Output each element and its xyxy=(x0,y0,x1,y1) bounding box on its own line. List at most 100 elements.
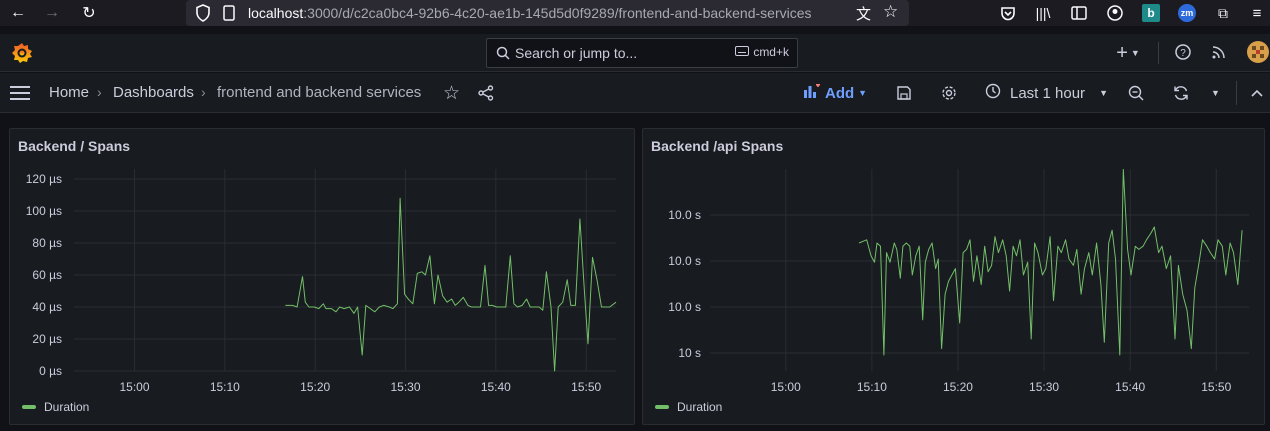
refresh-interval-chevron-icon[interactable]: ▼ xyxy=(1211,81,1220,105)
rss-icon xyxy=(1212,45,1226,62)
pocket-icon[interactable] xyxy=(999,4,1017,22)
y-tick-label: 10.0 s xyxy=(668,208,701,222)
library-icon[interactable]: |||\ xyxy=(1034,4,1052,22)
x-tick-label: 15:00 xyxy=(120,380,150,394)
y-tick-label: 120 µs xyxy=(26,172,62,186)
sidebar-icon[interactable] xyxy=(1070,4,1088,22)
keyboard-icon xyxy=(735,45,750,59)
chart-backend-api-spans: 10 s 10.0 s 10.0 s 10.0 s 15:00 15:10 15:20 15:… xyxy=(668,168,1249,394)
x-tick-label: 15:20 xyxy=(943,380,973,394)
forward-button[interactable]: → xyxy=(37,0,67,26)
dashboard-toolbar: Home › Dashboards › frontend and backend… xyxy=(0,73,1270,113)
add-panel-icon xyxy=(804,83,820,102)
help-button[interactable]: ? xyxy=(1172,34,1194,72)
bookmark-star-icon[interactable]: ☆ xyxy=(883,2,898,22)
chevron-down-icon: ▼ xyxy=(1130,48,1140,58)
panel-backend-spans[interactable]: 0 µs 20 µs 40 µs 60 µs 80 µs 100 µs 120 µs 15:0… xyxy=(9,128,635,425)
page-icon xyxy=(223,5,235,21)
y-tick-label: 10.0 s xyxy=(668,300,701,314)
x-tick-label: 15:20 xyxy=(300,380,330,394)
x-tick-label: 15:50 xyxy=(1201,380,1231,394)
search-input[interactable]: Search or jump to... cmd+k xyxy=(486,38,798,68)
legend-label: Duration xyxy=(44,400,90,414)
grafana-logo-icon[interactable] xyxy=(11,42,33,64)
breadcrumb-dashboards[interactable]: Dashboards xyxy=(113,84,194,101)
legend[interactable]: Duration xyxy=(655,400,722,414)
url-path: :3000/d/c2ca0bc4-92b6-4c20-ae1b-145d5d0f… xyxy=(303,5,812,21)
breadcrumb-current: frontend and backend services xyxy=(217,84,422,101)
shortcut-text: cmd+k xyxy=(753,45,789,59)
app-menu-icon[interactable]: ≡ xyxy=(1248,4,1266,22)
y-tick-label: 80 µs xyxy=(32,236,62,250)
x-tick-label: 15:30 xyxy=(1029,380,1059,394)
divider xyxy=(1158,42,1159,64)
y-tick-label: 40 µs xyxy=(32,300,62,314)
y-tick-label: 60 µs xyxy=(32,268,62,282)
series-line-duration xyxy=(285,197,617,372)
url-text[interactable]: localhost:3000/d/c2ca0bc4-92b6-4c20-ae1b… xyxy=(248,5,858,21)
url-host: localhost xyxy=(248,5,304,21)
chevron-down-icon: ▼ xyxy=(1099,88,1108,98)
avatar-icon xyxy=(1247,40,1269,66)
settings-gear-icon[interactable] xyxy=(941,81,957,105)
search-placeholder: Search or jump to... xyxy=(515,45,638,61)
time-range-label: Last 1 hour xyxy=(1010,84,1086,102)
news-button[interactable] xyxy=(1208,34,1230,72)
panel-title[interactable]: Backend /api Spans xyxy=(651,138,783,154)
clock-icon xyxy=(985,83,1001,103)
grafana-top-nav: Search or jump to... cmd+k + ▼ ? xyxy=(0,34,1270,72)
chevron-down-icon: ▼ xyxy=(858,88,868,98)
collapse-chevron-up-icon[interactable] xyxy=(1251,81,1263,105)
browser-toolbar: ← → ↻ localhost:3000/d/c2ca0bc4-92b6-4c2… xyxy=(0,0,1270,26)
legend-swatch xyxy=(22,405,36,409)
svg-text:?: ? xyxy=(1180,48,1186,59)
menu-icon[interactable] xyxy=(10,85,30,106)
x-tick-label: 15:50 xyxy=(571,380,601,394)
breadcrumb-home[interactable]: Home xyxy=(49,84,89,101)
legend[interactable]: Duration xyxy=(22,400,89,414)
account-icon[interactable] xyxy=(1106,4,1124,22)
translate-icon[interactable]: 文 xyxy=(856,3,871,24)
y-tick-label: 100 µs xyxy=(26,204,62,218)
x-tick-label: 15:40 xyxy=(481,380,511,394)
zoom-extension-icon[interactable]: zm xyxy=(1178,4,1196,22)
keyboard-shortcut: cmd+k xyxy=(735,45,789,59)
y-tick-label: 10 s xyxy=(678,346,701,360)
x-tick-label: 15:10 xyxy=(857,380,887,394)
user-avatar[interactable] xyxy=(1247,34,1269,72)
address-bar[interactable]: localhost:3000/d/c2ca0bc4-92b6-4c20-ae1b… xyxy=(186,0,909,26)
extensions-puzzle-icon[interactable]: ⧉ xyxy=(1214,4,1232,22)
panel-backend-api-spans[interactable]: 10 s 10.0 s 10.0 s 10.0 s 15:00 15:10 15:20 15:… xyxy=(642,128,1265,425)
save-icon[interactable] xyxy=(897,81,911,105)
divider xyxy=(1236,81,1237,105)
new-menu-button[interactable]: + ▼ xyxy=(1110,34,1146,72)
time-range-picker[interactable]: Last 1 hour ▼ xyxy=(985,81,1108,105)
breadcrumb-separator-icon: › xyxy=(97,84,102,100)
help-icon: ? xyxy=(1175,43,1191,63)
star-icon[interactable]: ☆ xyxy=(443,81,460,105)
refresh-icon[interactable] xyxy=(1173,81,1189,105)
x-tick-label: 15:40 xyxy=(1115,380,1145,394)
extension-b-icon[interactable]: b xyxy=(1142,4,1160,22)
shield-icon[interactable] xyxy=(195,4,211,22)
y-tick-label: 0 µs xyxy=(39,364,62,378)
x-tick-label: 15:00 xyxy=(771,380,801,394)
add-panel-button[interactable]: Add ▼ xyxy=(804,81,867,105)
plus-icon: + xyxy=(1116,41,1128,64)
series-line-duration xyxy=(858,168,1243,356)
reload-button[interactable]: ↻ xyxy=(74,0,104,26)
x-tick-label: 15:10 xyxy=(210,380,240,394)
search-icon xyxy=(496,46,510,65)
legend-swatch xyxy=(655,405,669,409)
breadcrumb-separator-icon: › xyxy=(201,84,206,100)
add-label: Add xyxy=(825,84,855,102)
panel-title[interactable]: Backend / Spans xyxy=(18,138,130,154)
chart-backend-spans: 0 µs 20 µs 40 µs 60 µs 80 µs 100 µs 120 µs 15:0… xyxy=(26,169,617,394)
y-tick-label: 10.0 s xyxy=(668,254,701,268)
x-tick-label: 15:30 xyxy=(391,380,421,394)
zoom-out-icon[interactable] xyxy=(1128,81,1144,105)
legend-label: Duration xyxy=(677,400,723,414)
back-button[interactable]: ← xyxy=(3,0,33,26)
y-tick-label: 20 µs xyxy=(32,332,62,346)
share-icon[interactable] xyxy=(478,81,494,105)
